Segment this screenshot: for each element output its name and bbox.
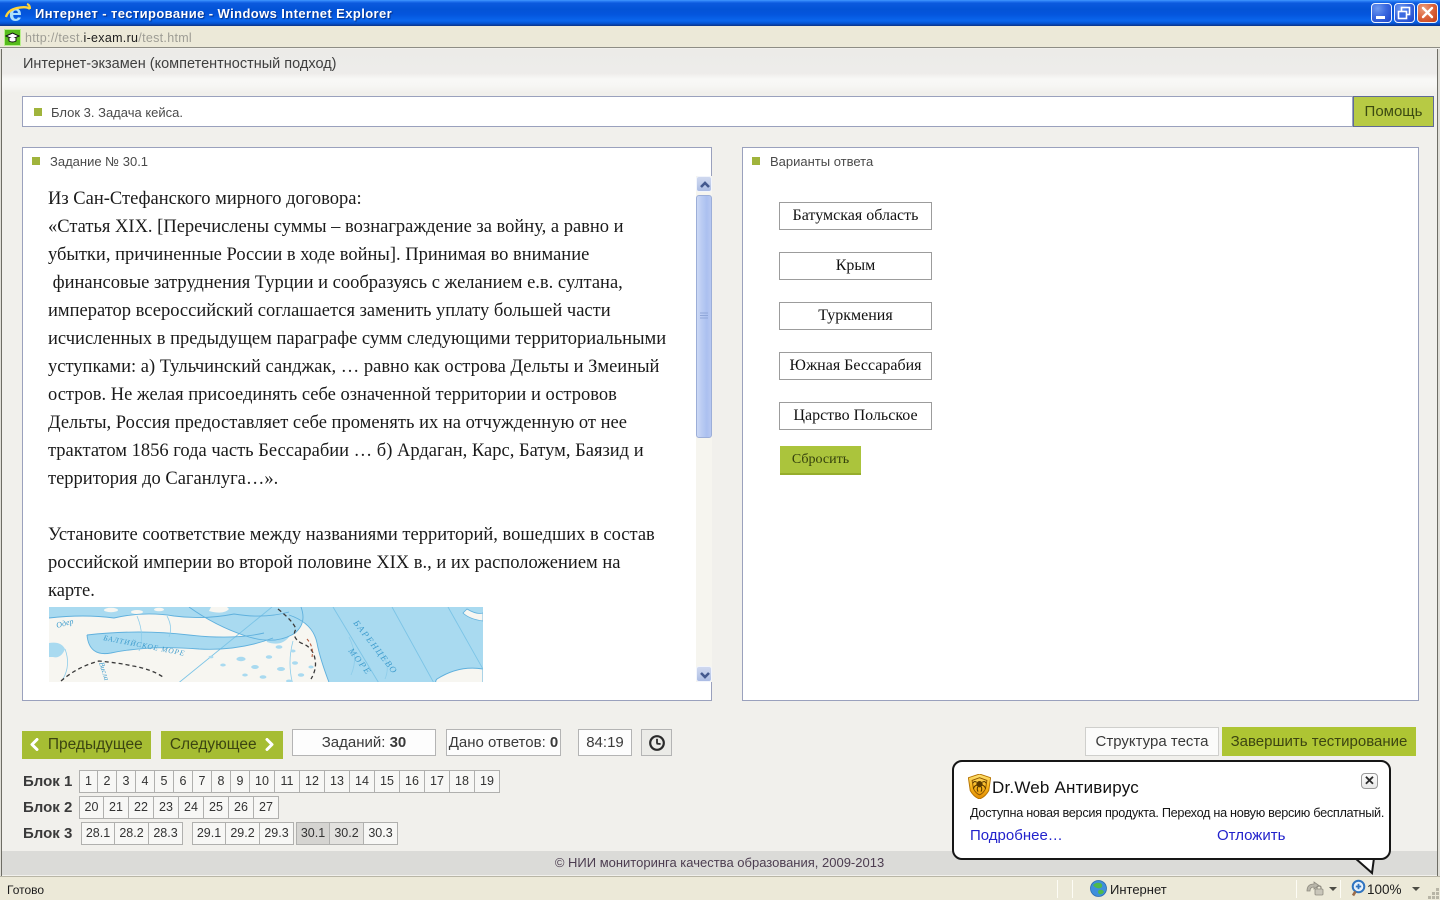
svg-text:e: e [9,1,22,25]
